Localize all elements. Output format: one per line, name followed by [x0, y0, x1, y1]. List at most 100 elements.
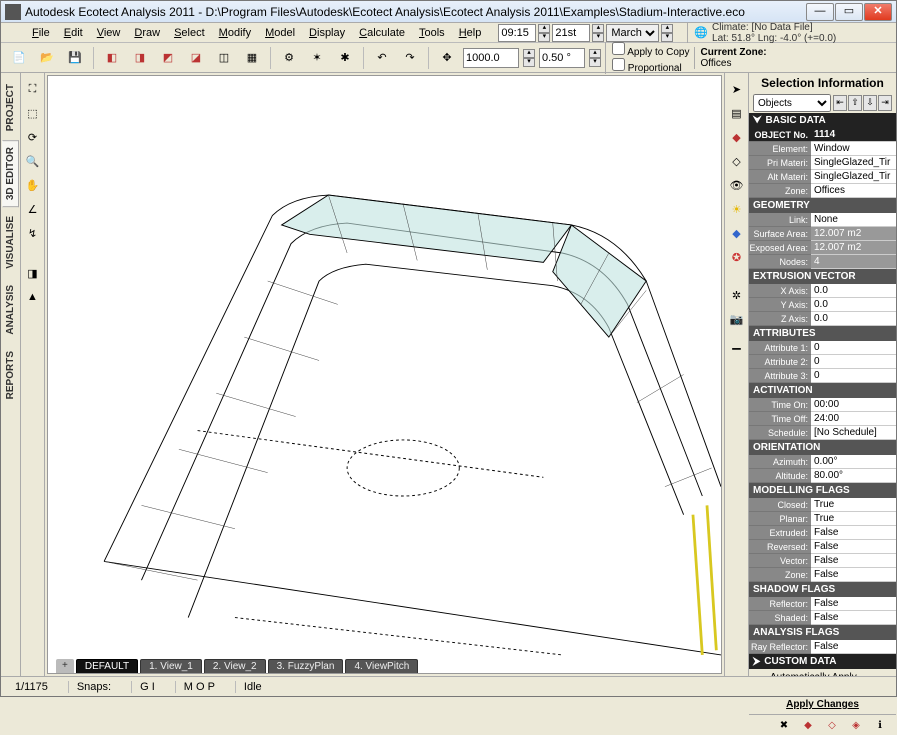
- menu-model[interactable]: Model: [258, 25, 302, 41]
- zone-value[interactable]: Offices: [811, 184, 896, 198]
- element-value[interactable]: Window: [811, 142, 896, 156]
- move-button[interactable]: ✥: [435, 46, 459, 70]
- save-button[interactable]: 💾: [63, 46, 87, 70]
- menu-file[interactable]: File: [25, 25, 57, 41]
- gi-toggle[interactable]: G I: [131, 681, 163, 693]
- tool-button[interactable]: ◫: [212, 46, 236, 70]
- fit-button[interactable]: ⛶: [23, 79, 43, 99]
- menu-modify[interactable]: Modify: [212, 25, 258, 41]
- tool-button[interactable]: ◩: [156, 46, 180, 70]
- panel-button[interactable]: ◆: [727, 127, 747, 147]
- page-tab-project[interactable]: PROJECT: [2, 77, 19, 138]
- first-button[interactable]: ⇤: [833, 95, 847, 111]
- menu-help[interactable]: Help: [452, 25, 489, 41]
- month-select[interactable]: March: [606, 24, 659, 42]
- panel-button[interactable]: 📷: [727, 309, 747, 329]
- menu-tools[interactable]: Tools: [412, 25, 452, 41]
- section-shadowflags[interactable]: SHADOW FLAGS: [749, 582, 896, 597]
- tool-button[interactable]: ◪: [184, 46, 208, 70]
- section-analysisflags[interactable]: ANALYSIS FLAGS: [749, 625, 896, 640]
- apply-to-copy-check[interactable]: Apply to Copy: [612, 47, 690, 58]
- prev-button[interactable]: ⇧: [848, 95, 862, 111]
- section-activation[interactable]: ACTIVATION: [749, 383, 896, 398]
- view-tab[interactable]: DEFAULT: [76, 659, 138, 673]
- selection-type-select[interactable]: Objects: [753, 94, 831, 112]
- menu-display[interactable]: Display: [302, 25, 352, 41]
- tool-button[interactable]: ✱: [333, 46, 357, 70]
- panel-button[interactable]: ◆: [727, 223, 747, 243]
- view-tab[interactable]: 2. View_2: [204, 659, 266, 673]
- page-tab-reports[interactable]: REPORTS: [2, 344, 19, 406]
- panel-button[interactable]: 👁: [727, 175, 747, 195]
- view-tab[interactable]: 3. FuzzyPlan: [268, 659, 344, 673]
- next-button[interactable]: ⇩: [863, 95, 877, 111]
- spin-up[interactable]: ▴: [661, 24, 673, 33]
- section-geometry[interactable]: GEOMETRY: [749, 198, 896, 213]
- section-extrusion[interactable]: EXTRUSION VECTOR: [749, 269, 896, 284]
- section-orientation[interactable]: ORIENTATION: [749, 440, 896, 455]
- menu-select[interactable]: Select: [167, 25, 212, 41]
- spin-down[interactable]: ▾: [592, 33, 604, 42]
- new-button[interactable]: 📄: [7, 46, 31, 70]
- add-view-tab[interactable]: +: [56, 659, 74, 673]
- undo-button[interactable]: ↶: [370, 46, 394, 70]
- menu-edit[interactable]: Edit: [57, 25, 90, 41]
- tool-button[interactable]: ◇: [822, 715, 842, 735]
- render-button[interactable]: ▲: [23, 287, 43, 307]
- view-tab[interactable]: 4. ViewPitch: [345, 659, 418, 673]
- proportional-check[interactable]: Proportional: [612, 63, 682, 74]
- section-attributes[interactable]: ATTRIBUTES: [749, 326, 896, 341]
- zoom-button[interactable]: 🔍: [23, 151, 43, 171]
- angle-input[interactable]: [539, 48, 585, 68]
- panel-button[interactable]: ▁: [727, 333, 747, 353]
- tool-button[interactable]: ▦: [240, 46, 264, 70]
- section-custom[interactable]: ⮞CUSTOM DATA: [749, 654, 896, 669]
- altmat-value[interactable]: SingleGlazed_Tir: [811, 170, 896, 184]
- measure-button[interactable]: ∠: [23, 199, 43, 219]
- tool-button[interactable]: ℹ: [870, 715, 890, 735]
- pointer-button[interactable]: ➤: [727, 79, 747, 99]
- maximize-button[interactable]: ▭: [835, 3, 863, 21]
- spin-down[interactable]: ▾: [538, 33, 550, 42]
- orbit-button[interactable]: ⟳: [23, 127, 43, 147]
- select-button[interactable]: ⬚: [23, 103, 43, 123]
- distance-input[interactable]: [463, 48, 519, 68]
- view-tab[interactable]: 1. View_1: [140, 659, 202, 673]
- page-tab-visualise[interactable]: VISUALISE: [2, 209, 19, 276]
- tool-button[interactable]: ◈: [846, 715, 866, 735]
- panel-button[interactable]: ✪: [727, 247, 747, 267]
- menu-view[interactable]: View: [90, 25, 128, 41]
- panel-button[interactable]: ✲: [727, 285, 747, 305]
- section-basic[interactable]: ⮟BASIC DATA: [749, 113, 896, 128]
- tool-button[interactable]: ⚙: [277, 46, 301, 70]
- menu-calculate[interactable]: Calculate: [352, 25, 412, 41]
- mop-toggle[interactable]: M O P: [175, 681, 223, 693]
- close-button[interactable]: ✕: [864, 3, 892, 21]
- panel-button[interactable]: ☀: [727, 199, 747, 219]
- redo-button[interactable]: ↷: [398, 46, 422, 70]
- time-input[interactable]: [498, 24, 536, 42]
- pan-button[interactable]: ✋: [23, 175, 43, 195]
- spin-down[interactable]: ▾: [661, 33, 673, 42]
- tool-button[interactable]: ✶: [305, 46, 329, 70]
- spin-up[interactable]: ▴: [592, 24, 604, 33]
- tool-button[interactable]: ◨: [128, 46, 152, 70]
- primat-value[interactable]: SingleGlazed_Tir: [811, 156, 896, 170]
- open-button[interactable]: 📂: [35, 46, 59, 70]
- 3d-viewport[interactable]: + DEFAULT 1. View_12. View_23. FuzzyPlan…: [47, 75, 722, 674]
- spin-up[interactable]: ▴: [538, 24, 550, 33]
- page-tab-analysis[interactable]: ANALYSIS: [2, 278, 19, 342]
- axes-button[interactable]: ↯: [23, 223, 43, 243]
- section-modelflags[interactable]: MODELLING FLAGS: [749, 483, 896, 498]
- tool-button[interactable]: ◆: [798, 715, 818, 735]
- page-tab-3d-editor[interactable]: 3D EDITOR: [2, 140, 19, 207]
- last-button[interactable]: ⇥: [878, 95, 892, 111]
- minimize-button[interactable]: —: [806, 3, 834, 21]
- panel-button[interactable]: ▤: [727, 103, 747, 123]
- tool-button[interactable]: ✖: [774, 715, 794, 735]
- render-button[interactable]: ◨: [23, 263, 43, 283]
- day-input[interactable]: [552, 24, 590, 42]
- apply-changes-button[interactable]: Apply Changes: [786, 699, 859, 710]
- tool-button[interactable]: ◧: [100, 46, 124, 70]
- panel-button[interactable]: ◇: [727, 151, 747, 171]
